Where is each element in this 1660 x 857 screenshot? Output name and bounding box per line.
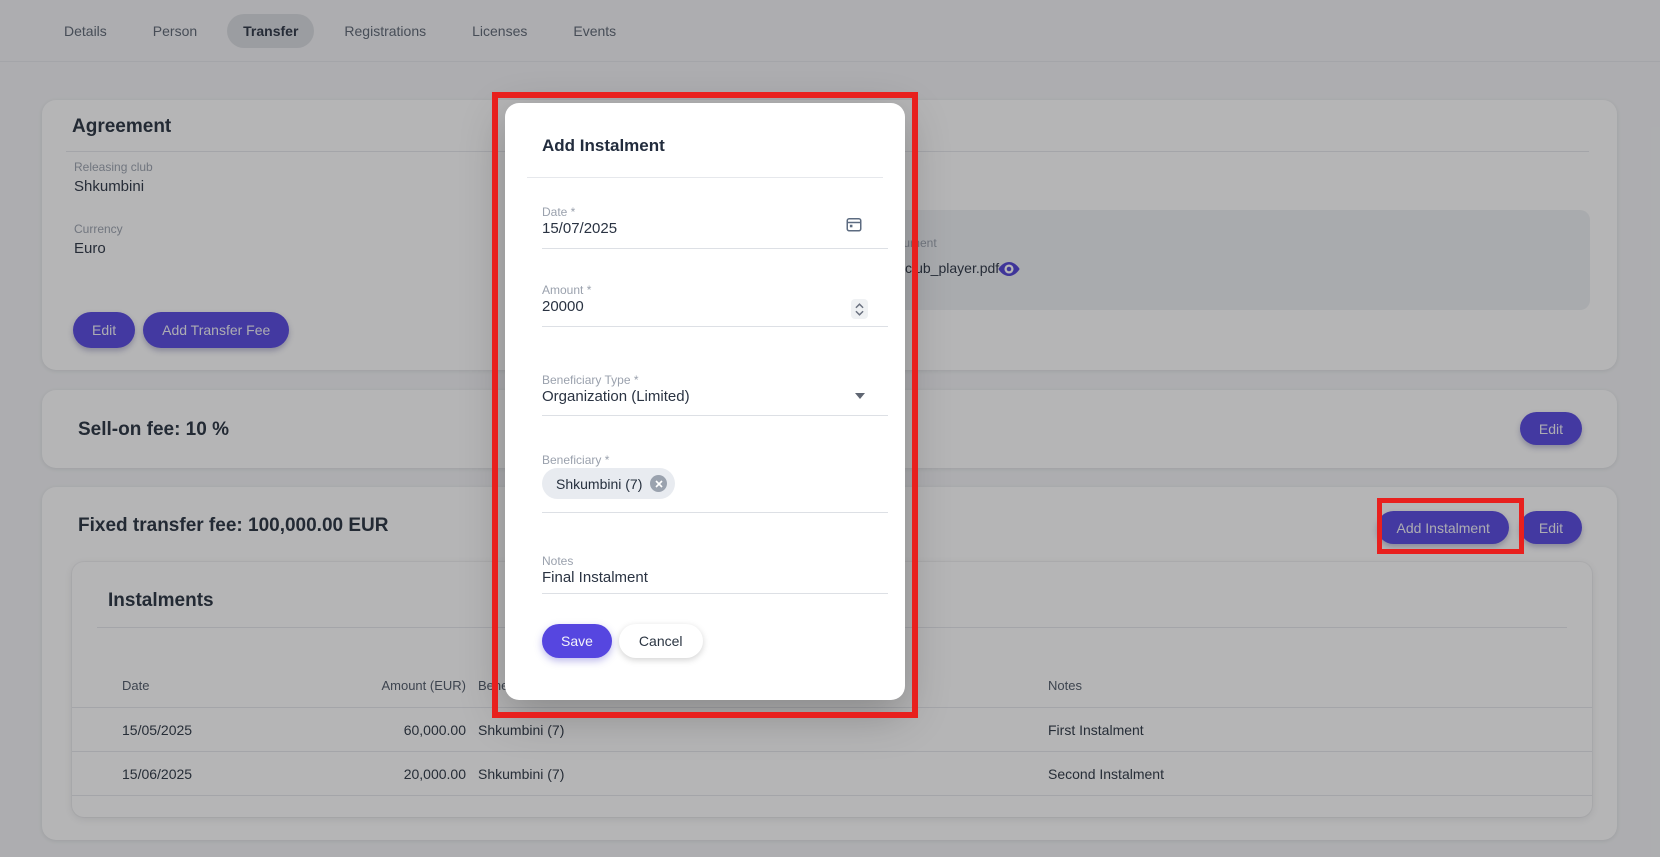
field-underline: [542, 512, 888, 513]
chevron-down-icon[interactable]: [855, 393, 865, 399]
beneficiary-type-select[interactable]: Organization (Limited): [542, 388, 690, 405]
date-input[interactable]: 15/07/2025: [542, 220, 617, 237]
remove-icon[interactable]: [650, 475, 667, 492]
save-button[interactable]: Save: [542, 624, 612, 658]
add-instalment-modal: Add Instalment Date * 15/07/2025 Amount …: [505, 103, 905, 700]
beneficiary-label: Beneficiary *: [542, 453, 609, 467]
divider: [527, 177, 883, 178]
calendar-icon[interactable]: [845, 215, 863, 233]
field-underline: [542, 248, 888, 249]
beneficiary-chip-label: Shkumbini (7): [556, 476, 642, 492]
modal-title: Add Instalment: [542, 136, 665, 156]
beneficiary-chip[interactable]: Shkumbini (7): [542, 468, 675, 499]
cancel-button[interactable]: Cancel: [619, 624, 703, 658]
date-label: Date *: [542, 205, 575, 219]
field-underline: [542, 593, 888, 594]
number-stepper-icon[interactable]: [851, 299, 868, 319]
beneficiary-type-label: Beneficiary Type *: [542, 373, 639, 387]
amount-label: Amount *: [542, 283, 591, 297]
field-underline: [542, 326, 888, 327]
notes-label: Notes: [542, 554, 573, 568]
field-underline: [542, 415, 888, 416]
notes-input[interactable]: Final Instalment: [542, 569, 648, 586]
amount-input[interactable]: 20000: [542, 298, 584, 315]
